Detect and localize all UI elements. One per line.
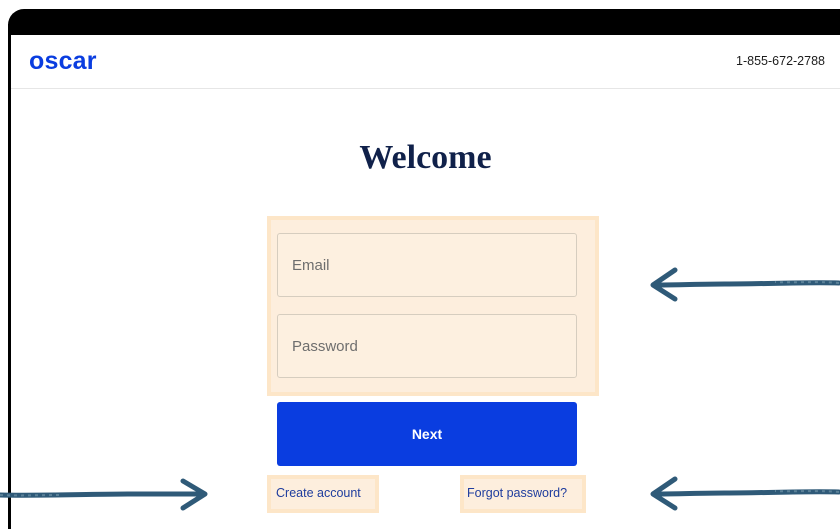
phone-number[interactable]: 1-855-672-2788: [736, 53, 825, 69]
password-field-wrapper: [277, 314, 577, 378]
arrow-right-icon: [0, 478, 208, 511]
next-button[interactable]: Next: [277, 402, 577, 466]
password-field[interactable]: [278, 315, 576, 377]
email-field-wrapper: [277, 233, 577, 297]
page: oscar 1-855-672-2788 Welcome Next Create…: [0, 0, 840, 529]
arrow-left-icon: [650, 267, 840, 302]
page-title: Welcome: [359, 139, 492, 176]
forgot-password-link[interactable]: Forgot password?: [467, 485, 567, 501]
oscar-logo[interactable]: oscar: [29, 47, 97, 75]
email-field[interactable]: [278, 234, 576, 296]
device-bezel-top: [8, 9, 840, 35]
arrow-left-icon: [650, 476, 840, 511]
create-account-link[interactable]: Create account: [276, 485, 361, 501]
header: oscar 1-855-672-2788: [11, 35, 840, 89]
